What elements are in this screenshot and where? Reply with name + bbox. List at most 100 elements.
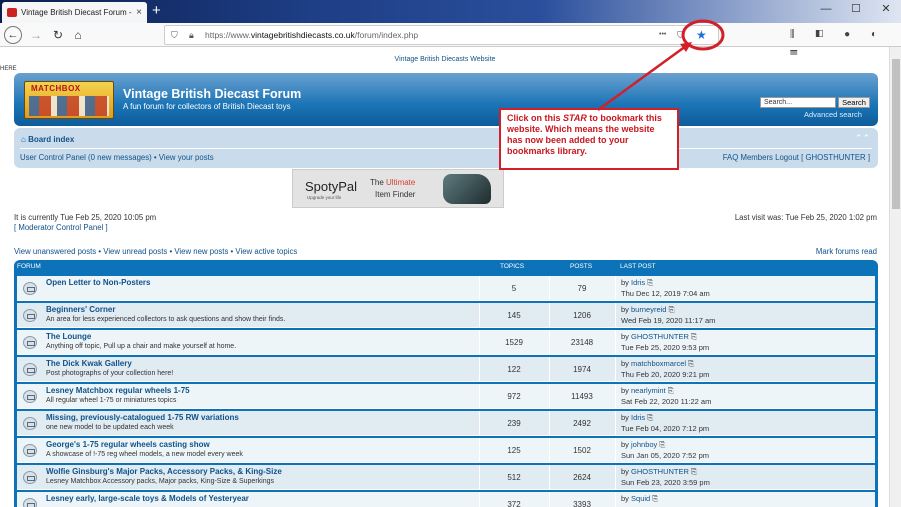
spotypal-ad-banner[interactable]: SpotyPal Upgrade your life The Ultimate … xyxy=(292,169,504,208)
last-post-author-link[interactable]: Squid xyxy=(631,494,650,503)
search-button[interactable]: Search xyxy=(838,97,870,108)
last-post-author: by GHOSTHUNTER ⎘ xyxy=(621,332,697,342)
close-tab-icon[interactable]: × xyxy=(136,2,142,23)
forum-title-link[interactable]: Lesney Matchbox regular wheels 1-75 xyxy=(46,386,190,395)
by-label: by xyxy=(621,413,632,422)
view-latest-post-icon[interactable]: ⎘ xyxy=(647,278,653,287)
view-latest-post-icon[interactable]: ⎘ xyxy=(647,413,653,422)
forum-title-link[interactable]: The Lounge xyxy=(46,332,91,341)
last-post-date: Sun Jan 05, 2020 7:52 pm xyxy=(621,451,709,460)
view-latest-post-icon[interactable]: ⎘ xyxy=(652,494,658,503)
address-bar[interactable]: ⛉ 🔒︎ https://www.vintagebritishdiecasts.… xyxy=(164,25,719,45)
forum-title-link[interactable]: The Dick Kwak Gallery xyxy=(46,359,132,368)
posts-count: 23148 xyxy=(570,338,594,347)
forward-arrow-icon[interactable]: → xyxy=(28,26,44,44)
minimize-button[interactable]: — xyxy=(811,0,841,23)
new-tab-button[interactable]: + xyxy=(152,1,161,21)
column-divider xyxy=(615,357,616,382)
view-latest-post-icon[interactable]: ⎘ xyxy=(659,440,665,449)
forum-title-link[interactable]: Missing, previously-catalogued 1-75 RW v… xyxy=(46,413,239,422)
forum-title-link[interactable]: Lesney early, large-scale toys & Models … xyxy=(46,494,249,503)
forum-row[interactable]: Wolfie Ginsburg's Major Packs, Accessory… xyxy=(17,465,875,490)
forum-read-icon xyxy=(23,444,37,457)
view-latest-post-icon[interactable]: ⎘ xyxy=(668,386,674,395)
url-text[interactable]: https://www.vintagebritishdiecasts.co.uk… xyxy=(205,26,418,45)
last-post-author-link[interactable]: burneyreid xyxy=(631,305,666,314)
posts-count: 1502 xyxy=(573,446,591,455)
reload-icon[interactable]: ↻ xyxy=(50,26,66,44)
ad-subheadline: Item Finder xyxy=(375,190,416,199)
view-latest-post-icon[interactable]: ⎘ xyxy=(688,359,694,368)
view-posts-links[interactable]: View unanswered posts • View unread post… xyxy=(14,247,297,256)
home-icon[interactable]: ⌂ xyxy=(70,26,86,44)
forum-title-link[interactable]: George's 1-75 regular wheels casting sho… xyxy=(46,440,210,449)
maximize-button[interactable]: ☐ xyxy=(841,0,871,23)
board-index-link[interactable]: ⌂ Board index xyxy=(21,135,74,144)
bookmark-instruction-callout: Click on this STAR to bookmark this webs… xyxy=(499,108,679,170)
current-time: It is currently Tue Feb 25, 2020 10:05 p… xyxy=(14,213,157,222)
topics-count: 972 xyxy=(507,392,521,401)
forum-row[interactable]: Missing, previously-catalogued 1-75 RW v… xyxy=(17,411,875,436)
page-actions-icon[interactable]: ••• xyxy=(659,29,666,41)
forum-row[interactable]: Lesney Matchbox regular wheels 1-75 All r… xyxy=(17,384,875,409)
last-post-author-link[interactable]: GHOSTHUNTER xyxy=(631,332,689,341)
shield-icon[interactable]: ⛉ xyxy=(171,29,178,41)
forum-read-icon xyxy=(23,471,37,484)
divider xyxy=(20,148,872,149)
ad-headline: The Ultimate xyxy=(370,178,415,187)
by-label: by xyxy=(621,305,632,314)
advanced-search-link[interactable]: Advanced search xyxy=(804,110,862,119)
forum-row[interactable]: Beginners' Corner An area for less experi… xyxy=(17,303,875,328)
scrollbar-thumb[interactable] xyxy=(892,59,900,209)
last-post-author-link[interactable]: Idris xyxy=(631,278,645,287)
browser-tab[interactable]: Vintage British Diecast Forum - × xyxy=(2,2,147,23)
posts-count: 1974 xyxy=(573,365,591,374)
close-window-button[interactable]: ✕ xyxy=(871,0,901,23)
website-link[interactable]: Vintage British Diecasts Website xyxy=(0,56,890,63)
forum-row[interactable]: George's 1-75 regular wheels casting sho… xyxy=(17,438,875,463)
topics-count: 512 xyxy=(507,473,521,482)
bookmark-star-icon[interactable]: ★ xyxy=(696,28,707,42)
mark-forums-read-link[interactable]: Mark forums read xyxy=(816,247,877,256)
site-title: Vintage British Diecast Forum xyxy=(123,87,302,101)
view-latest-post-icon[interactable]: ⎘ xyxy=(669,305,675,314)
forum-row[interactable]: The Dick Kwak Gallery Post photographs of… xyxy=(17,357,875,382)
user-control-panel-link[interactable]: User Control Panel (0 new messages) • Vi… xyxy=(20,153,214,162)
last-post-date: Thu Dec 12, 2019 7:04 am xyxy=(621,289,710,298)
last-post-author-link[interactable]: matchboxmarcel xyxy=(631,359,686,368)
forum-row[interactable]: Open Letter to Non-Posters 5 79 by Idris ⎘ T… xyxy=(17,276,875,301)
back-arrow-icon[interactable]: ← xyxy=(4,26,22,44)
view-latest-post-icon[interactable]: ⎘ xyxy=(691,332,697,341)
posts-column-header: POSTS xyxy=(570,263,593,270)
forum-title-link[interactable]: Open Letter to Non-Posters xyxy=(46,278,150,287)
forum-row[interactable]: Lesney early, large-scale toys & Models … xyxy=(17,492,875,507)
logo-cars-image xyxy=(29,96,109,116)
window-controls: — ☐ ✕ xyxy=(811,0,901,23)
pocket-icon[interactable]: ⛉ xyxy=(677,29,684,41)
last-post-author-link[interactable]: johnboy xyxy=(631,440,657,449)
forum-description: An area for less experienced collectors … xyxy=(46,316,286,323)
url-domain: vintagebritishdiecasts.co.uk xyxy=(250,30,355,40)
page-scrollbar[interactable] xyxy=(889,47,901,507)
view-latest-post-icon[interactable]: ⎘ xyxy=(691,467,697,476)
forum-title-link[interactable]: Beginners' Corner xyxy=(46,305,115,314)
forum-title-link[interactable]: Wolfie Ginsburg's Major Packs, Accessory… xyxy=(46,467,282,476)
by-label: by xyxy=(621,386,632,395)
user-links[interactable]: FAQ Members Logout [ GHOSTHUNTER ] xyxy=(723,153,870,162)
last-post-author-link[interactable]: nearlymint xyxy=(631,386,666,395)
last-post-date: Tue Feb 04, 2020 7:12 pm xyxy=(621,424,710,433)
matchbox-logo[interactable]: MATCHBOX xyxy=(24,81,114,119)
last-post-author-link[interactable]: Idris xyxy=(631,413,645,422)
search-input[interactable]: Search... xyxy=(760,97,836,108)
last-post-author-link[interactable]: GHOSTHUNTER xyxy=(631,467,689,476)
by-label: by xyxy=(621,278,632,287)
forum-row[interactable]: The Lounge Anything off topic, Pull up a … xyxy=(17,330,875,355)
last-visit: Last visit was: Tue Feb 25, 2020 1:02 pm xyxy=(734,213,877,222)
last-post-date: Sat Feb 22, 2020 11:22 am xyxy=(621,397,712,406)
lock-icon[interactable]: 🔒︎ xyxy=(189,29,194,41)
posts-count: 2624 xyxy=(573,473,591,482)
last-post-author: by Squid ⎘ xyxy=(621,494,658,504)
ad-headline-accent: Ultimate xyxy=(386,178,416,187)
collapse-icon[interactable]: ⌃⌃ xyxy=(855,133,870,144)
moderator-cp-link[interactable]: [ Moderator Control Panel ] xyxy=(14,223,108,232)
